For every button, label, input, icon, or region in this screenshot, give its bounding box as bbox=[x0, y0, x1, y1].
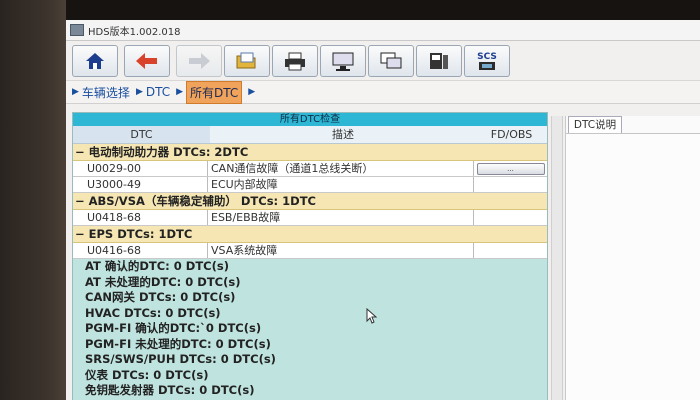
dtc-description: CAN通信故障（通道1总线关断） bbox=[208, 161, 474, 176]
group-title: EPS DTCs: 1DTC bbox=[88, 227, 193, 241]
mouse-cursor-icon bbox=[366, 308, 378, 324]
breadcrumb-arrow-icon: ▶ bbox=[248, 87, 256, 97]
dtc-info-pane: DTC说明 bbox=[565, 116, 700, 400]
dtc-panel: 所有DTC检查 DTC 描述 FD/OBS − 电动制动助力器 DTCs: 2D… bbox=[72, 112, 548, 400]
title-bar: HDS版本1.002.018 bbox=[66, 20, 700, 41]
monitor-bezel-top bbox=[0, 0, 700, 20]
screens-icon bbox=[380, 52, 402, 69]
summary-pgmfi-pending[interactable]: PGM-FI 未处理的DTC: 0 DTC(s) bbox=[73, 337, 547, 353]
group-header-ebb[interactable]: − 电动制动助力器 DTCs: 2DTC bbox=[73, 144, 547, 161]
freeze-data-button[interactable]: ... bbox=[476, 162, 545, 175]
collapse-icon[interactable]: − bbox=[75, 145, 89, 159]
save-disk-icon bbox=[430, 53, 448, 69]
dtc-description: ECU内部故障 bbox=[208, 177, 474, 192]
forward-arrow-icon bbox=[189, 53, 210, 69]
dtc-code: U3000-49 bbox=[73, 177, 208, 192]
tab-dtc-description[interactable]: DTC说明 bbox=[568, 116, 622, 133]
breadcrumb-arrow-icon: ▶ bbox=[72, 87, 79, 97]
fd-cell: ... bbox=[474, 161, 547, 176]
table-row[interactable]: U0029-00 CAN通信故障（通道1总线关断） ... bbox=[73, 161, 547, 177]
save-button[interactable] bbox=[416, 45, 462, 77]
dtc-description: ESB/EBB故障 bbox=[208, 210, 474, 225]
app-icon bbox=[70, 24, 84, 36]
dtc-info-body bbox=[566, 133, 700, 400]
summary-at-confirmed[interactable]: AT 确认的DTC: 0 DTC(s) bbox=[73, 259, 547, 275]
column-fd-obs[interactable]: FD/OBS bbox=[476, 126, 547, 143]
monitor-bezel-left bbox=[0, 0, 66, 400]
breadcrumb: ▶ 车辆选择 ▶ DTC ▶ 所有DTC ▶ bbox=[66, 80, 700, 104]
splitter[interactable] bbox=[551, 116, 563, 400]
table-row[interactable]: U0416-68 VSA系统故障 bbox=[73, 243, 547, 259]
app-window: HDS版本1.002.018 SCS ▶ 车辆选择 ▶ DTC ▶ 所有DTC … bbox=[66, 20, 700, 400]
summary-at-pending[interactable]: AT 未处理的DTC: 0 DTC(s) bbox=[73, 275, 547, 291]
window-title: HDS版本1.002.018 bbox=[88, 26, 181, 38]
summary-can-gateway[interactable]: CAN网关 DTCs: 0 DTC(s) bbox=[73, 290, 547, 306]
dtc-code: U0029-00 bbox=[73, 161, 208, 176]
breadcrumb-item-all-dtc[interactable]: 所有DTC bbox=[186, 80, 243, 104]
printer-icon bbox=[285, 52, 305, 71]
group-title: ABS/VSA（车辆稳定辅助） DTCs: 1DTC bbox=[88, 194, 316, 208]
scs-icon: SCS bbox=[477, 52, 497, 70]
monitor-icon bbox=[332, 52, 354, 71]
collapse-icon[interactable]: − bbox=[75, 227, 89, 241]
fd-cell bbox=[474, 177, 547, 192]
scs-button[interactable]: SCS bbox=[464, 45, 510, 77]
column-description[interactable]: 描述 bbox=[210, 126, 476, 143]
column-dtc[interactable]: DTC bbox=[73, 126, 210, 143]
forward-button[interactable] bbox=[176, 45, 222, 77]
print-button[interactable] bbox=[272, 45, 318, 77]
home-button[interactable] bbox=[72, 45, 118, 77]
breadcrumb-item-vehicle[interactable]: 车辆选择 bbox=[82, 84, 130, 101]
summary-hvac[interactable]: HVAC DTCs: 0 DTC(s) bbox=[73, 306, 547, 322]
screen-capture-button[interactable] bbox=[320, 45, 366, 77]
dtc-code: U0418-68 bbox=[73, 210, 208, 225]
breadcrumb-item-dtc[interactable]: DTC bbox=[146, 85, 170, 99]
group-header-abs-vsa[interactable]: − ABS/VSA（车辆稳定辅助） DTCs: 1DTC bbox=[73, 193, 547, 210]
table-row[interactable]: U3000-49 ECU内部故障 bbox=[73, 177, 547, 193]
breadcrumb-arrow-icon: ▶ bbox=[176, 87, 184, 97]
back-button[interactable] bbox=[124, 45, 170, 77]
collapse-icon[interactable]: − bbox=[75, 194, 89, 208]
table-row[interactable]: U0418-68 ESB/EBB故障 bbox=[73, 210, 547, 226]
home-icon bbox=[86, 53, 104, 69]
summary-meter[interactable]: 仪表 DTCs: 0 DTC(s) bbox=[73, 368, 547, 384]
summary-srs[interactable]: SRS/SWS/PUH DTCs: 0 DTC(s) bbox=[73, 352, 547, 368]
dtc-code: U0416-68 bbox=[73, 243, 208, 258]
back-arrow-icon bbox=[136, 53, 157, 69]
folder-open-icon bbox=[236, 52, 256, 69]
panel-title: 所有DTC检查 bbox=[73, 113, 547, 126]
toolbar: SCS bbox=[66, 41, 700, 79]
summary-keyless[interactable]: 免钥匙发射器 DTCs: 0 DTC(s) bbox=[73, 383, 547, 399]
summary-pgmfi-confirmed[interactable]: PGM-FI 确认的DTC:`0 DTC(s) bbox=[73, 321, 547, 337]
open-folder-button[interactable] bbox=[224, 45, 270, 77]
group-header-eps[interactable]: − EPS DTCs: 1DTC bbox=[73, 226, 547, 243]
window-switch-button[interactable] bbox=[368, 45, 414, 77]
dtc-description: VSA系统故障 bbox=[208, 243, 474, 258]
breadcrumb-arrow-icon: ▶ bbox=[135, 87, 143, 97]
fd-cell bbox=[474, 243, 547, 258]
group-title: 电动制动助力器 DTCs: 2DTC bbox=[88, 145, 249, 159]
fd-cell bbox=[474, 210, 547, 225]
svg-text:SCS: SCS bbox=[477, 52, 497, 62]
column-header: DTC 描述 FD/OBS bbox=[73, 126, 547, 144]
